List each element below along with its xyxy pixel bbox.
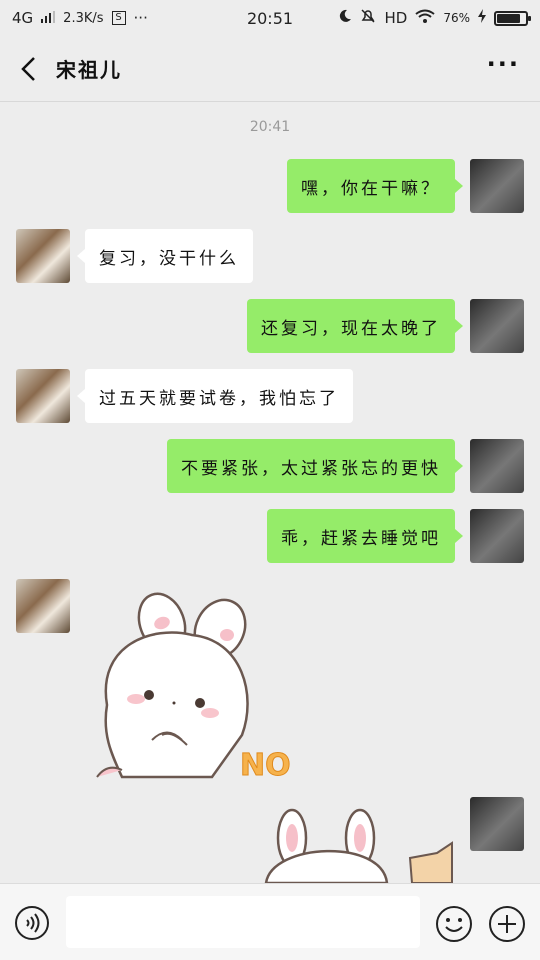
message-row: 还复习，现在太晚了	[0, 299, 540, 353]
message-row: 嘿，你在干嘛？	[0, 159, 540, 213]
contact-avatar[interactable]	[16, 369, 70, 423]
message-row: 乖，赶紧去睡觉吧	[0, 509, 540, 563]
moon-icon	[338, 9, 352, 27]
chat-area[interactable]: 20:41 嘿，你在干嘛？ 复习，没干什么 还复习，现在太晚了 过五天就要试卷，…	[0, 103, 540, 883]
my-avatar[interactable]	[470, 797, 524, 851]
bunny-no-sticker[interactable]: NO	[92, 585, 292, 780]
message-input-bar	[0, 883, 540, 960]
message-timestamp: 20:41	[249, 119, 291, 135]
my-avatar[interactable]	[470, 509, 524, 563]
network-indicator: 4G	[12, 9, 34, 27]
page-title: 宋祖儿	[56, 58, 122, 82]
my-message-bubble[interactable]: 不要紧张，太过紧张忘的更快	[167, 439, 463, 493]
battery-icon	[494, 10, 531, 26]
status-bar: 4G 2.3K/s S ··· HD 76% 20:51	[0, 0, 540, 36]
charging-icon	[478, 9, 486, 27]
sticker-no-text: NO	[240, 748, 291, 780]
message-row: 复习，没干什么	[0, 229, 540, 283]
signal-icon	[41, 9, 56, 27]
message-row: 不要紧张，太过紧张忘的更快	[0, 439, 540, 493]
emoji-icon[interactable]	[435, 905, 473, 943]
chat-header: 宋祖儿 ···	[0, 36, 540, 102]
contact-message-bubble[interactable]: 过五天就要试卷，我怕忘了	[77, 369, 353, 423]
my-avatar[interactable]	[470, 299, 524, 353]
sim-icon: S	[111, 11, 126, 25]
my-message-bubble[interactable]: 乖，赶紧去睡觉吧	[267, 509, 463, 563]
contact-avatar[interactable]	[16, 229, 70, 283]
my-message-bubble[interactable]: 还复习，现在太晚了	[247, 299, 463, 353]
network-speed: 2.3K/s	[63, 10, 104, 26]
battery-percent: 76%	[443, 11, 470, 25]
message-row: 过五天就要试卷，我怕忘了	[0, 369, 540, 423]
bunny-sticker[interactable]	[262, 808, 457, 883]
contact-message-bubble[interactable]: 复习，没干什么	[77, 229, 253, 283]
plus-icon[interactable]	[488, 905, 526, 943]
my-message-bubble[interactable]: 嘿，你在干嘛？	[287, 159, 463, 213]
message-input[interactable]	[66, 896, 420, 948]
contact-avatar[interactable]	[16, 579, 70, 633]
voice-icon[interactable]	[14, 905, 50, 941]
more-notifications-icon: ···	[133, 9, 148, 27]
back-button[interactable]	[14, 49, 44, 89]
more-options-button[interactable]: ···	[481, 50, 526, 88]
my-avatar[interactable]	[470, 439, 524, 493]
chevron-left-icon	[21, 56, 35, 81]
wifi-icon	[415, 9, 435, 27]
mute-bell-icon	[360, 8, 376, 28]
hd-indicator: HD	[384, 9, 408, 27]
my-avatar[interactable]	[470, 159, 524, 213]
